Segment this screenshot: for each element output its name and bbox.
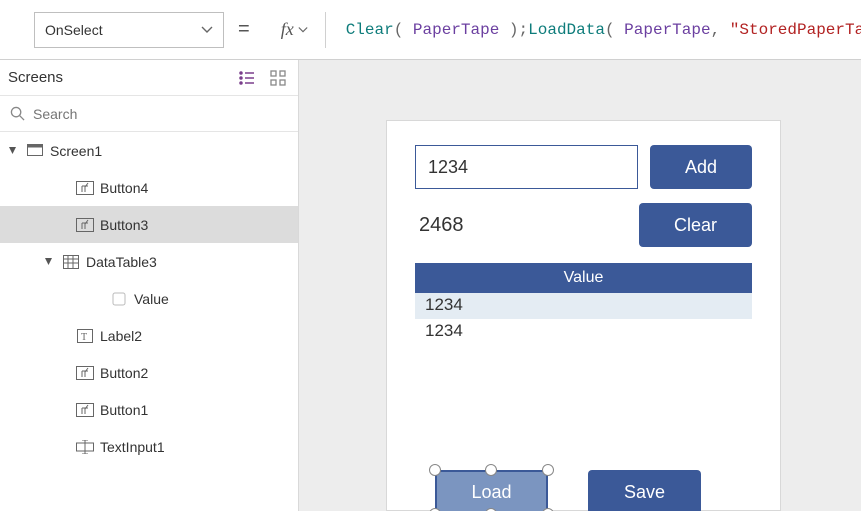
save-button[interactable]: Save	[588, 470, 701, 511]
resize-handle[interactable]	[485, 464, 497, 476]
tree-item-button1[interactable]: Button1	[0, 391, 298, 428]
tree-panel: Screens Screen1 Button4 Button3 DataTable3 V…	[0, 60, 299, 511]
chevron-down-icon	[298, 25, 308, 35]
canvas-area[interactable]: Add 2468 Clear Value 12341234 Load	[299, 60, 861, 511]
tree-item-label: TextInput1	[100, 439, 165, 455]
resize-handle[interactable]	[542, 464, 554, 476]
tree-item-label: Value	[134, 291, 169, 307]
selected-control[interactable]: Load	[435, 470, 548, 511]
clear-button[interactable]: Clear	[639, 203, 752, 247]
tree-search[interactable]	[0, 96, 298, 132]
tree-item-label: Button2	[100, 365, 148, 381]
tree-item-label: DataTable3	[86, 254, 157, 270]
property-dropdown[interactable]: OnSelect	[34, 12, 224, 48]
button-icon	[76, 364, 94, 382]
textinput-icon	[76, 438, 94, 456]
tree-item-label: Button3	[100, 217, 148, 233]
grid-view-icon[interactable]	[270, 70, 286, 86]
tree-search-input[interactable]	[33, 106, 288, 122]
tree-item-label: Screen1	[50, 143, 102, 159]
tree-list: Screen1 Button4 Button3 DataTable3 Value T Lab…	[0, 132, 298, 511]
tree-item-screen1[interactable]: Screen1	[0, 132, 298, 169]
tree-item-textinput1[interactable]: TextInput1	[0, 428, 298, 465]
tree-item-label: Button1	[100, 402, 148, 418]
resize-handle[interactable]	[429, 464, 441, 476]
button-icon	[76, 179, 94, 197]
add-button[interactable]: Add	[650, 145, 752, 189]
button-icon	[76, 216, 94, 234]
column-icon	[110, 290, 128, 308]
screen-icon	[26, 142, 44, 160]
table-header-value[interactable]: Value	[415, 263, 752, 293]
tree-header: Screens	[0, 60, 298, 96]
svg-text:T: T	[81, 332, 87, 343]
formula-editor[interactable]: Clear( PaperTape );LoadData( PaperTape, …	[336, 0, 861, 59]
tree-item-button4[interactable]: Button4	[0, 169, 298, 206]
table-row[interactable]: 1234	[415, 319, 752, 345]
load-button[interactable]: Load	[435, 470, 548, 511]
chevron-down-icon	[201, 24, 213, 36]
tree-item-value[interactable]: Value	[0, 280, 298, 317]
text-input-1[interactable]	[415, 145, 638, 189]
sum-label: 2468	[415, 214, 464, 237]
label-icon: T	[76, 327, 94, 345]
tree-item-button2[interactable]: Button2	[0, 354, 298, 391]
caret-icon[interactable]	[8, 146, 20, 155]
app-preview: Add 2468 Clear Value 12341234 Load	[386, 120, 781, 511]
tree-item-label: Button4	[100, 180, 148, 196]
tree-item-button3[interactable]: Button3	[0, 206, 298, 243]
tree-item-label2[interactable]: T Label2	[0, 317, 298, 354]
tree-view-icon[interactable]	[238, 70, 256, 86]
equals-sign: =	[234, 18, 254, 41]
fx-indicator[interactable]: fx	[264, 12, 326, 48]
fx-icon: fx	[281, 19, 294, 40]
tree-item-label: Label2	[100, 328, 142, 344]
property-dropdown-label: OnSelect	[45, 22, 103, 38]
table-icon	[62, 253, 80, 271]
table-row[interactable]: 1234	[415, 293, 752, 319]
tree-title: Screens	[8, 69, 63, 86]
data-table[interactable]: Value 12341234	[415, 263, 752, 345]
tree-item-datatable3[interactable]: DataTable3	[0, 243, 298, 280]
button-icon	[76, 401, 94, 419]
search-icon	[10, 106, 25, 121]
formula-bar: OnSelect = fx Clear( PaperTape );LoadDat…	[0, 0, 861, 60]
caret-icon[interactable]	[44, 257, 56, 266]
